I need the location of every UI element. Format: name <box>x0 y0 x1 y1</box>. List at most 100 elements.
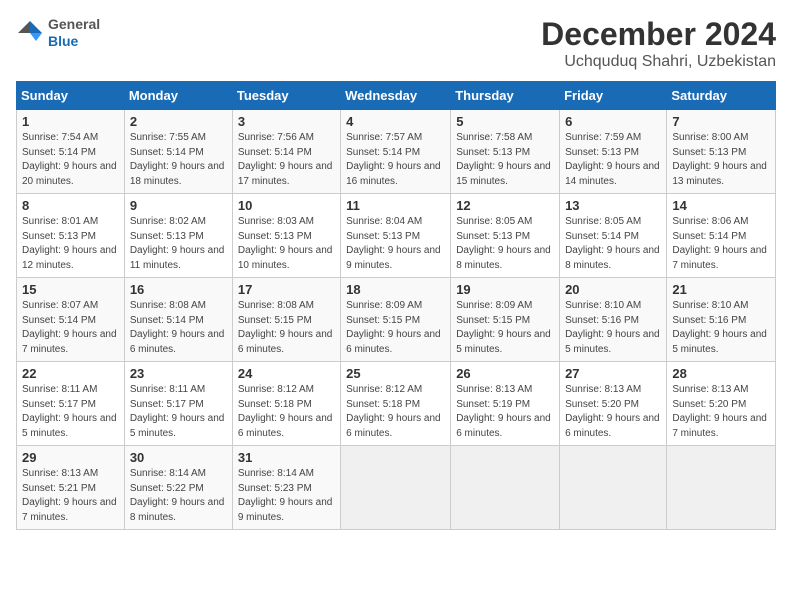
day-info: Sunrise: 8:08 AMSunset: 5:15 PMDaylight:… <box>238 299 335 357</box>
calendar-day-cell: 20 Sunrise: 8:10 AMSunset: 5:16 PMDayligh… <box>560 278 667 362</box>
calendar-day-cell: 10Sunrise: 8:03 AMSunset: 5:13 PMDayligh… <box>232 194 340 278</box>
day-number: 12 <box>456 198 554 213</box>
day-info: Sunrise: 8:13 AMSunset: 5:19 PMDaylight:… <box>456 383 554 441</box>
day-info: Sunrise: 8:11 AMSunset: 5:17 PMDaylight:… <box>22 383 119 441</box>
calendar-week-row: 1Sunrise: 7:54 AMSunset: 5:14 PMDaylight… <box>17 110 776 194</box>
day-info: Sunrise: 8:04 AMSunset: 5:13 PMDaylight:… <box>346 215 445 273</box>
calendar-day-cell: 16Sunrise: 8:08 AMSunset: 5:14 PMDayligh… <box>124 278 232 362</box>
calendar-day-cell: 15 Sunrise: 8:07 AMSunset: 5:14 PMDayligh… <box>17 278 125 362</box>
calendar-day-cell: 17 Sunrise: 8:08 AMSunset: 5:15 PMDayligh… <box>232 278 340 362</box>
calendar-day-cell: 31 Sunrise: 8:14 AMSunset: 5:23 PMDayligh… <box>232 446 340 530</box>
day-number: 5 <box>456 114 554 129</box>
day-number: 14 <box>672 198 770 213</box>
calendar-day-cell: 2 Sunrise: 7:55 AMSunset: 5:14 PMDaylight… <box>124 110 232 194</box>
day-info: Sunrise: 8:05 AMSunset: 5:14 PMDaylight:… <box>565 215 661 273</box>
col-sunday: Sunday <box>17 82 125 110</box>
day-number: 9 <box>130 198 227 213</box>
calendar-week-row: 22 Sunrise: 8:11 AMSunset: 5:17 PMDayligh… <box>17 362 776 446</box>
day-info: Sunrise: 7:56 AMSunset: 5:14 PMDaylight:… <box>238 131 335 189</box>
calendar-subtitle: Uchquduq Shahri, Uzbekistan <box>541 53 776 71</box>
col-tuesday: Tuesday <box>232 82 340 110</box>
calendar-week-row: 29Sunrise: 8:13 AMSunset: 5:21 PMDayligh… <box>17 446 776 530</box>
calendar-day-cell <box>667 446 776 530</box>
day-info: Sunrise: 8:14 AMSunset: 5:22 PMDaylight:… <box>130 467 227 525</box>
day-info: Sunrise: 7:54 AMSunset: 5:14 PMDaylight:… <box>22 131 119 189</box>
day-info: Sunrise: 8:08 AMSunset: 5:14 PMDaylight:… <box>130 299 227 357</box>
calendar-day-cell: 23 Sunrise: 8:11 AMSunset: 5:17 PMDayligh… <box>124 362 232 446</box>
day-info: Sunrise: 8:12 AMSunset: 5:18 PMDaylight:… <box>238 383 335 441</box>
day-info: Sunrise: 8:13 AMSunset: 5:20 PMDaylight:… <box>672 383 770 441</box>
header: General Blue December 2024 Uchquduq Shah… <box>16 16 776 71</box>
day-info: Sunrise: 8:01 AMSunset: 5:13 PMDaylight:… <box>22 215 119 273</box>
calendar-day-cell: 12Sunrise: 8:05 AMSunset: 5:13 PMDayligh… <box>451 194 560 278</box>
calendar-day-cell: 6 Sunrise: 7:59 AMSunset: 5:13 PMDaylight… <box>560 110 667 194</box>
day-number: 19 <box>456 282 554 297</box>
day-number: 21 <box>672 282 770 297</box>
day-number: 30 <box>130 450 227 465</box>
day-number: 22 <box>22 366 119 381</box>
calendar-day-cell: 22 Sunrise: 8:11 AMSunset: 5:17 PMDayligh… <box>17 362 125 446</box>
calendar-day-cell: 21 Sunrise: 8:10 AMSunset: 5:16 PMDayligh… <box>667 278 776 362</box>
col-friday: Friday <box>560 82 667 110</box>
day-number: 4 <box>346 114 445 129</box>
calendar-day-cell: 30 Sunrise: 8:14 AMSunset: 5:22 PMDayligh… <box>124 446 232 530</box>
day-number: 17 <box>238 282 335 297</box>
day-number: 20 <box>565 282 661 297</box>
day-info: Sunrise: 8:10 AMSunset: 5:16 PMDaylight:… <box>672 299 770 357</box>
calendar-day-cell: 11Sunrise: 8:04 AMSunset: 5:13 PMDayligh… <box>341 194 451 278</box>
day-number: 3 <box>238 114 335 129</box>
calendar-day-cell: 29Sunrise: 8:13 AMSunset: 5:21 PMDayligh… <box>17 446 125 530</box>
day-info: Sunrise: 8:10 AMSunset: 5:16 PMDaylight:… <box>565 299 661 357</box>
day-info: Sunrise: 8:00 AMSunset: 5:13 PMDaylight:… <box>672 131 770 189</box>
day-number: 26 <box>456 366 554 381</box>
calendar-day-cell <box>341 446 451 530</box>
calendar-day-cell: 18Sunrise: 8:09 AMSunset: 5:15 PMDayligh… <box>341 278 451 362</box>
logo-icon <box>16 19 44 47</box>
day-info: Sunrise: 7:59 AMSunset: 5:13 PMDaylight:… <box>565 131 661 189</box>
day-info: Sunrise: 8:12 AMSunset: 5:18 PMDaylight:… <box>346 383 445 441</box>
col-monday: Monday <box>124 82 232 110</box>
day-info: Sunrise: 8:07 AMSunset: 5:14 PMDaylight:… <box>22 299 119 357</box>
calendar-table: Sunday Monday Tuesday Wednesday Thursday… <box>16 81 776 530</box>
day-number: 13 <box>565 198 661 213</box>
calendar-day-cell: 24 Sunrise: 8:12 AMSunset: 5:18 PMDayligh… <box>232 362 340 446</box>
day-number: 27 <box>565 366 661 381</box>
calendar-day-cell: 26 Sunrise: 8:13 AMSunset: 5:19 PMDayligh… <box>451 362 560 446</box>
day-number: 31 <box>238 450 335 465</box>
day-info: Sunrise: 8:02 AMSunset: 5:13 PMDaylight:… <box>130 215 227 273</box>
calendar-day-cell: 9 Sunrise: 8:02 AMSunset: 5:13 PMDaylight… <box>124 194 232 278</box>
day-number: 8 <box>22 198 119 213</box>
day-info: Sunrise: 8:13 AMSunset: 5:20 PMDaylight:… <box>565 383 661 441</box>
day-number: 24 <box>238 366 335 381</box>
col-saturday: Saturday <box>667 82 776 110</box>
day-info: Sunrise: 8:13 AMSunset: 5:21 PMDaylight:… <box>22 467 119 525</box>
day-number: 2 <box>130 114 227 129</box>
day-info: Sunrise: 8:09 AMSunset: 5:15 PMDaylight:… <box>456 299 554 357</box>
day-info: Sunrise: 7:58 AMSunset: 5:13 PMDaylight:… <box>456 131 554 189</box>
calendar-title: December 2024 <box>541 16 776 53</box>
day-info: Sunrise: 8:06 AMSunset: 5:14 PMDaylight:… <box>672 215 770 273</box>
calendar-day-cell: 5 Sunrise: 7:58 AMSunset: 5:13 PMDaylight… <box>451 110 560 194</box>
day-number: 6 <box>565 114 661 129</box>
calendar-week-row: 8 Sunrise: 8:01 AMSunset: 5:13 PMDaylight… <box>17 194 776 278</box>
day-info: Sunrise: 8:11 AMSunset: 5:17 PMDaylight:… <box>130 383 227 441</box>
col-thursday: Thursday <box>451 82 560 110</box>
calendar-day-cell: 28Sunrise: 8:13 AMSunset: 5:20 PMDayligh… <box>667 362 776 446</box>
calendar-header-row: Sunday Monday Tuesday Wednesday Thursday… <box>17 82 776 110</box>
calendar-day-cell: 1Sunrise: 7:54 AMSunset: 5:14 PMDaylight… <box>17 110 125 194</box>
calendar-day-cell: 4 Sunrise: 7:57 AMSunset: 5:14 PMDaylight… <box>341 110 451 194</box>
calendar-day-cell: 7Sunrise: 8:00 AMSunset: 5:13 PMDaylight… <box>667 110 776 194</box>
day-number: 23 <box>130 366 227 381</box>
day-info: Sunrise: 8:03 AMSunset: 5:13 PMDaylight:… <box>238 215 335 273</box>
day-info: Sunrise: 8:09 AMSunset: 5:15 PMDaylight:… <box>346 299 445 357</box>
calendar-day-cell: 14 Sunrise: 8:06 AMSunset: 5:14 PMDayligh… <box>667 194 776 278</box>
day-number: 15 <box>22 282 119 297</box>
day-info: Sunrise: 7:55 AMSunset: 5:14 PMDaylight:… <box>130 131 227 189</box>
day-info: Sunrise: 7:57 AMSunset: 5:14 PMDaylight:… <box>346 131 445 189</box>
calendar-day-cell <box>560 446 667 530</box>
logo: General Blue <box>16 16 100 50</box>
day-number: 25 <box>346 366 445 381</box>
calendar-day-cell: 27 Sunrise: 8:13 AMSunset: 5:20 PMDayligh… <box>560 362 667 446</box>
calendar-day-cell <box>451 446 560 530</box>
day-info: Sunrise: 8:14 AMSunset: 5:23 PMDaylight:… <box>238 467 335 525</box>
